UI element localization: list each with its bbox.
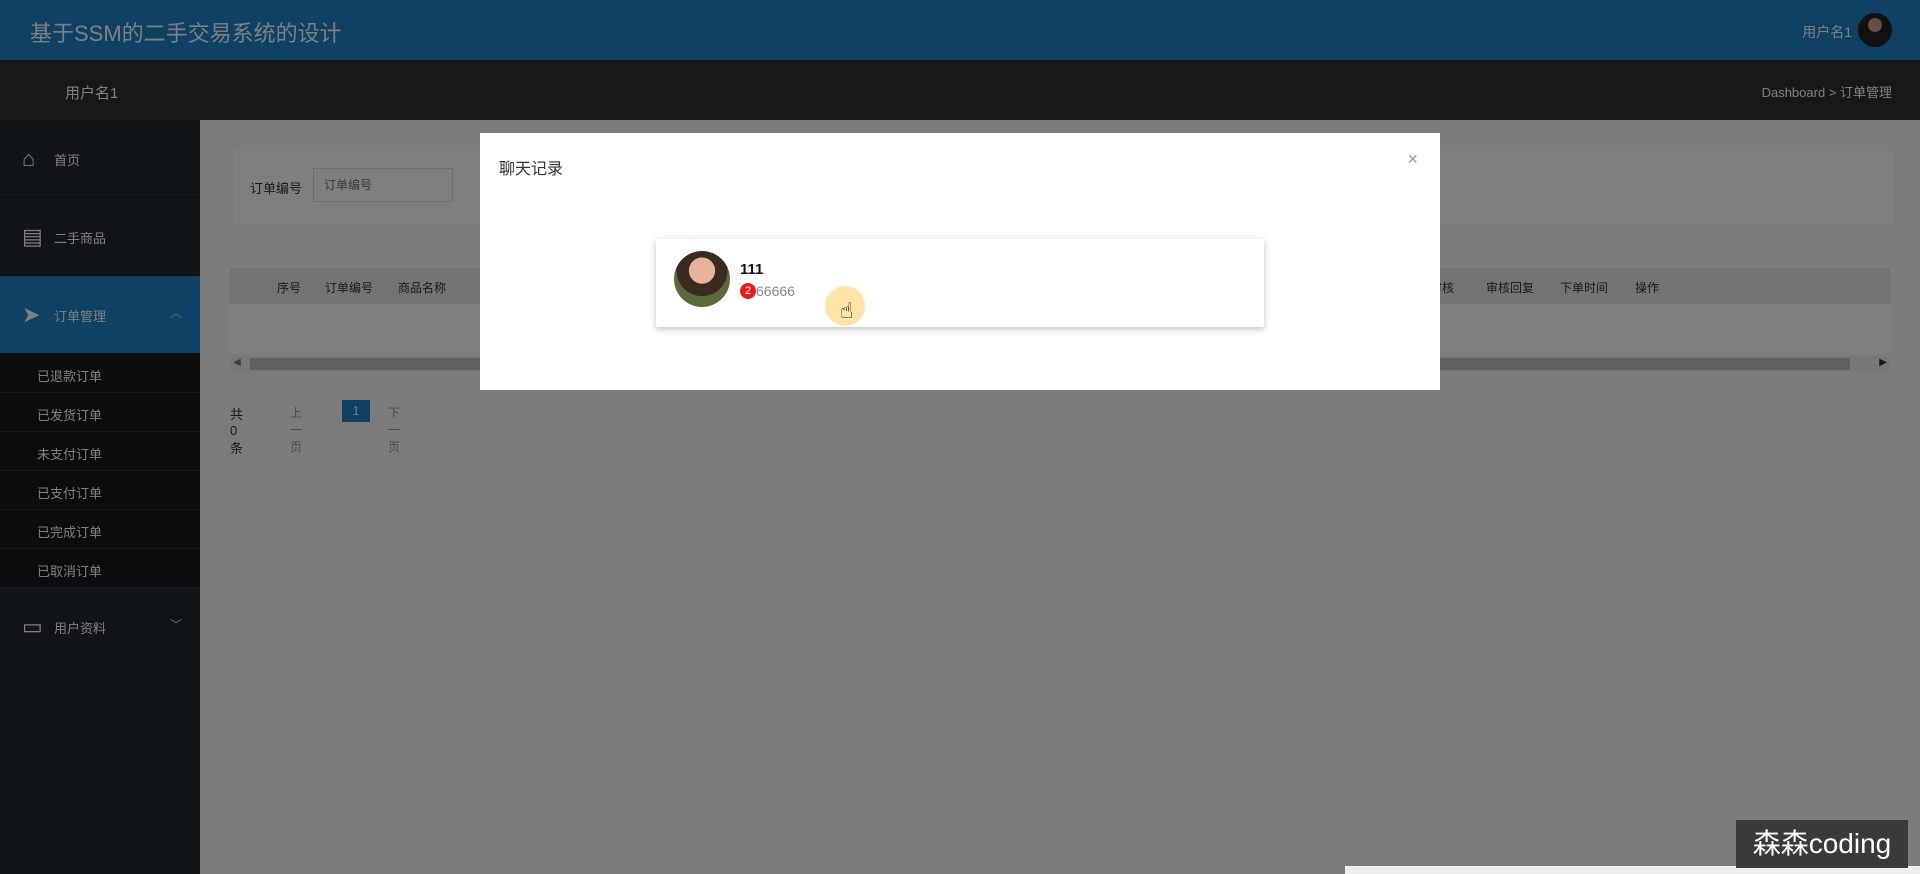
contact-name: 111 — [740, 261, 764, 278]
hand-cursor-icon: ☝ — [840, 298, 854, 323]
contact-avatar — [674, 251, 730, 307]
dialog-title: 聊天记录 — [499, 161, 564, 178]
chat-list-item[interactable]: 111 2 66666 — [656, 239, 1264, 327]
close-icon[interactable]: × — [1407, 149, 1418, 170]
watermark: 森森coding — [1736, 820, 1908, 868]
modal-overlay[interactable] — [0, 0, 1920, 874]
chat-history-dialog: 聊天记录 × 111 2 66666 — [480, 133, 1440, 390]
unread-badge: 2 — [740, 283, 756, 299]
last-message: 66666 — [756, 283, 795, 299]
